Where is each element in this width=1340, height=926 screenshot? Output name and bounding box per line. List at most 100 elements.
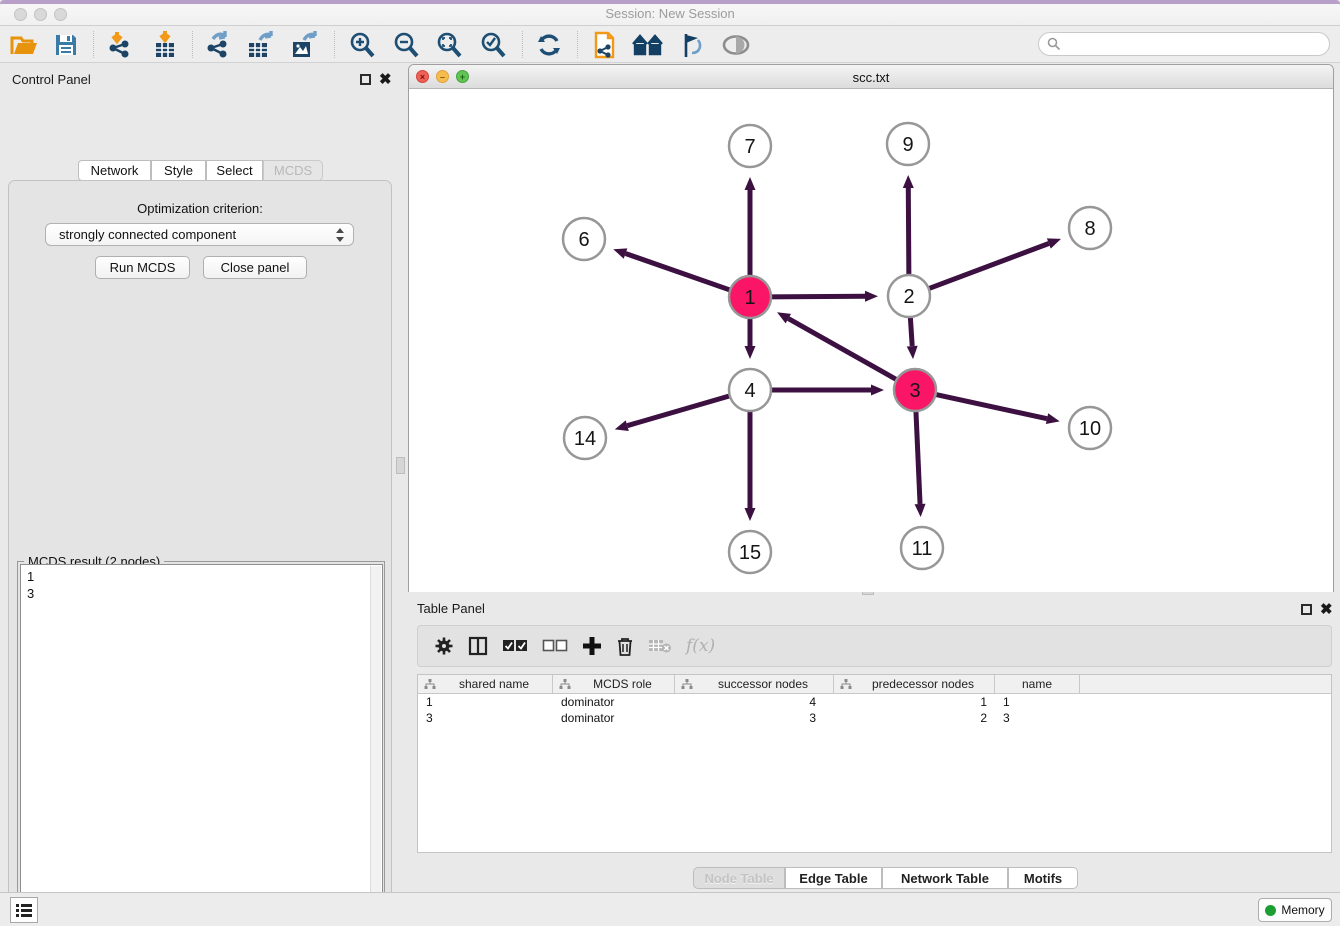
run-mcds-button[interactable]: Run MCDS [95, 256, 190, 279]
table-cell[interactable]: dominator [553, 710, 675, 726]
gear-icon [434, 636, 454, 656]
export-network-button[interactable] [199, 29, 235, 60]
dropdown-stepper-icon [336, 228, 345, 242]
tab-network-table[interactable]: Network Table [882, 867, 1008, 889]
task-history-button[interactable] [10, 897, 38, 923]
refresh-button[interactable] [531, 29, 567, 60]
export-table-button[interactable] [243, 29, 279, 60]
table-cell[interactable]: 3 [675, 710, 834, 726]
eye-toggle-button[interactable] [718, 29, 754, 60]
close-panel-icon[interactable]: ✖ [379, 74, 392, 85]
main-toolbar [0, 26, 1340, 63]
graph-edge-2-8[interactable] [926, 243, 1049, 289]
table-cell[interactable]: 1 [418, 694, 553, 710]
graph-arrowhead [871, 385, 884, 396]
tab-mcds[interactable]: MCDS [263, 160, 323, 181]
mcds-result-text[interactable]: 1 3 [20, 564, 383, 926]
tab-motifs[interactable]: Motifs [1008, 867, 1078, 889]
main-titlebar: Session: New Session [0, 0, 1340, 26]
table-cell[interactable]: 4 [675, 694, 834, 710]
graph-edge-2-9[interactable] [908, 188, 909, 278]
close-table-panel-icon[interactable]: ✖ [1320, 604, 1333, 615]
graph-node-label: 8 [1084, 218, 1095, 240]
result-scrollbar[interactable] [370, 566, 381, 926]
vertical-splitter-handle[interactable] [396, 457, 405, 474]
tab-node-table[interactable]: Node Table [693, 867, 785, 889]
function-builder-button[interactable]: f(x) [686, 636, 715, 656]
import-table-icon [151, 31, 179, 59]
tree-icon [424, 678, 436, 690]
tab-network[interactable]: Network [78, 160, 151, 181]
table-settings-button[interactable] [434, 636, 454, 656]
table-columns-button[interactable] [468, 636, 488, 656]
tab-style[interactable]: Style [151, 160, 206, 181]
column-header-predecessor-nodes[interactable]: predecessor nodes [834, 675, 995, 693]
close-panel-button[interactable]: Close panel [203, 256, 307, 279]
graph-edge-4-14[interactable] [627, 395, 732, 426]
unchecked-boxes-icon [542, 639, 568, 653]
graph-edge-2-3[interactable] [910, 314, 912, 346]
application-window: Session: New Session [0, 0, 1340, 926]
graph-edge-1-6[interactable] [626, 254, 733, 292]
criterion-dropdown[interactable]: strongly connected component [45, 223, 354, 246]
graph-arrowhead [865, 291, 878, 302]
table-delete-button[interactable] [616, 636, 634, 656]
column-header-successor-nodes[interactable]: successor nodes [675, 675, 834, 693]
table-panel: Table Panel ✖ [408, 595, 1340, 890]
memory-button[interactable]: Memory [1258, 898, 1332, 922]
import-network-button[interactable] [101, 29, 137, 60]
table-row[interactable]: 1 dominator 4 1 1 [418, 694, 1331, 710]
toolbar-separator [192, 31, 193, 58]
memory-label: Memory [1281, 903, 1324, 917]
network-canvas[interactable]: 7968124314101511 [409, 89, 1333, 592]
tab-select[interactable]: Select [206, 160, 263, 181]
zoom-out-button[interactable] [388, 29, 424, 60]
network-title: scc.txt [409, 70, 1333, 85]
titlebar-accent-strip [0, 0, 1340, 4]
criterion-value: strongly connected component [59, 227, 236, 242]
home-button[interactable] [630, 29, 666, 60]
graph-arrowhead [915, 504, 926, 517]
zoom-fit-icon [435, 31, 463, 59]
network-file-icon [590, 31, 618, 59]
import-network-icon [105, 31, 133, 59]
graph-edge-3-10[interactable] [933, 394, 1047, 419]
network-from-file-button[interactable] [586, 29, 622, 60]
flag-toggle-button[interactable] [674, 29, 710, 60]
toolbar-separator [93, 31, 94, 58]
column-header-mcds-role[interactable]: MCDS role [553, 675, 675, 693]
table-row[interactable]: 3 dominator 3 2 3 [418, 710, 1331, 726]
save-session-button[interactable] [48, 29, 84, 60]
trash-icon [616, 636, 634, 656]
float-table-panel-icon[interactable] [1301, 602, 1312, 620]
import-table-button[interactable] [147, 29, 183, 60]
table-delete-table-button[interactable] [648, 638, 672, 654]
graph-edge-3-1[interactable] [788, 319, 899, 382]
table-cell[interactable]: dominator [553, 694, 675, 710]
graph-edge-3-11[interactable] [916, 408, 920, 504]
zoom-in-button[interactable] [344, 29, 380, 60]
zoom-fit-button[interactable] [431, 29, 467, 60]
search-input[interactable] [1038, 32, 1330, 56]
table-cell[interactable]: 3 [995, 710, 1080, 726]
graph-arrowhead [1046, 413, 1060, 424]
table-add-button[interactable] [582, 636, 602, 656]
toolbar-separator [522, 31, 523, 58]
float-panel-icon[interactable] [360, 72, 371, 90]
open-file-button[interactable] [6, 29, 42, 60]
column-header-shared-name[interactable]: shared name [418, 675, 553, 693]
table-cell[interactable]: 2 [834, 710, 995, 726]
table-cell[interactable]: 3 [418, 710, 553, 726]
graph-edge-1-2[interactable] [768, 296, 865, 297]
zoom-selected-button[interactable] [475, 29, 511, 60]
table-select-all-button[interactable] [502, 639, 528, 653]
table-cell[interactable]: 1 [995, 694, 1080, 710]
table-deselect-all-button[interactable] [542, 639, 568, 653]
tab-edge-table[interactable]: Edge Table [785, 867, 882, 889]
table-cell[interactable]: 1 [834, 694, 995, 710]
column-header-name[interactable]: name [995, 675, 1080, 693]
flag-icon [678, 31, 706, 59]
export-image-button[interactable] [287, 29, 323, 60]
control-panel-title: Control Panel [12, 72, 91, 87]
tree-icon [681, 678, 693, 690]
